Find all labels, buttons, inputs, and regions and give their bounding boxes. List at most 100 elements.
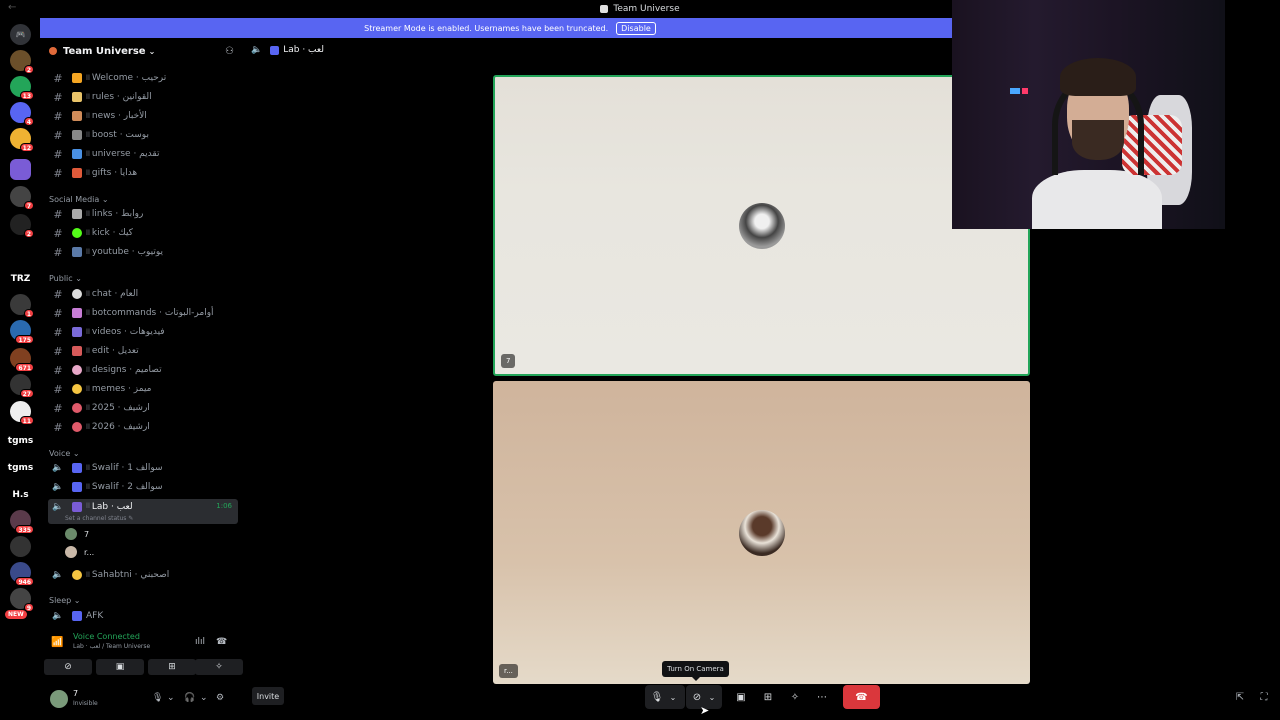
fullscreen-icon[interactable]: ⛶ <box>1253 685 1275 709</box>
voice-connected-panel: 📶 Voice Connected Lab · لعب / Team Unive… <box>40 628 243 684</box>
channel-welcome[interactable]: # ll Welcome · ترحيب <box>48 69 238 87</box>
channel-links[interactable]: # ll links · روابط <box>48 205 238 223</box>
chevron-down-icon: ⌄ <box>148 46 156 56</box>
channel-label: AFK <box>86 611 104 621</box>
server-tgms[interactable]: tgms <box>8 457 33 478</box>
channel-2025[interactable]: # ll 2025 · ارشيف <box>48 399 238 417</box>
channel-label: kick · كيك <box>91 228 133 238</box>
channel-2026[interactable]: # ll 2026 · ارشيف <box>48 418 238 436</box>
noise-suppression-icon[interactable]: ılıl <box>195 637 205 647</box>
channel-kick[interactable]: # ll kick · كيك <box>48 224 238 242</box>
server-icon[interactable] <box>10 536 31 557</box>
voice-channel-swalif-1[interactable]: 🔈 ll Swalif · 1 سوالف <box>48 459 238 477</box>
discord-home-icon[interactable]: 🎮 <box>10 24 31 45</box>
soundboard-button[interactable]: ✧ <box>784 685 806 709</box>
mic-options-chevron-icon[interactable]: ⌄ <box>664 685 682 709</box>
voice-status[interactable]: Voice Connected <box>73 632 140 641</box>
soundboard-button[interactable]: ✧ <box>195 659 243 675</box>
speaker-icon: 🔈 <box>52 611 64 621</box>
hash-icon: # <box>53 90 63 104</box>
user-name[interactable]: 7 <box>73 689 78 698</box>
channel-label: rules · القوانين <box>91 92 152 102</box>
banner-text: Streamer Mode is enabled. Usernames have… <box>364 23 609 33</box>
hash-icon: # <box>53 226 63 240</box>
activities-button[interactable]: ⊞ <box>757 685 779 709</box>
hash-icon: # <box>53 287 63 301</box>
back-arrow-icon[interactable]: ← <box>8 2 16 13</box>
server-icon[interactable]: 13 <box>10 76 34 100</box>
server-hs[interactable]: H.s <box>10 484 31 505</box>
category-voice[interactable]: Voice ⌄ <box>49 449 80 458</box>
voice-user[interactable]: r... <box>65 545 94 559</box>
channel-botcommands[interactable]: # ll botcommands · أوامر-البوتات <box>48 304 238 322</box>
hash-icon: # <box>53 344 63 358</box>
channel-videos[interactable]: # ll videos · فيديوهات <box>48 323 238 341</box>
channel-universe[interactable]: # ll universe · تقديم <box>48 145 238 163</box>
set-channel-status[interactable]: Set a channel status ✎ <box>65 515 133 522</box>
server-icon[interactable]: 1 <box>10 294 34 318</box>
headphones-icon[interactable]: 🎧 <box>184 693 195 703</box>
pop-out-icon[interactable]: ⇱ <box>1229 685 1251 709</box>
server-icon[interactable]: 7 <box>10 186 34 210</box>
server-icon[interactable]: 2 <box>10 214 34 238</box>
channel-edit[interactable]: # ll edit · تعديل <box>48 342 238 360</box>
channel-label: links · روابط <box>91 209 144 219</box>
bot-icon <box>72 308 82 318</box>
chevron-down-icon[interactable]: ⌄ <box>167 693 175 703</box>
voice-channel-sahabtni[interactable]: 🔈 ll Sahabtni · اصحبني <box>48 566 238 584</box>
channel-chat[interactable]: # ll chat · العام <box>48 285 238 303</box>
category-public[interactable]: Public ⌄ <box>49 274 82 283</box>
megaphone-icon <box>72 463 82 473</box>
channel-label: memes · ميمز <box>91 384 152 394</box>
activities-button[interactable]: ⊞ <box>148 659 196 675</box>
more-options-button[interactable]: ⋯ <box>811 685 833 709</box>
gear-icon[interactable]: ⚙ <box>216 693 224 703</box>
channel-news[interactable]: # ll news · الأخبار <box>48 107 238 125</box>
participant-tile[interactable]: r... <box>493 381 1030 684</box>
channel-gifts[interactable]: # ll gifts · هدايا <box>48 164 238 182</box>
user-avatar[interactable] <box>50 690 68 708</box>
server-icon[interactable]: 4 <box>10 102 34 126</box>
screen-share-button[interactable]: ▣ <box>96 659 144 675</box>
server-icon[interactable]: 946 <box>10 562 34 586</box>
server-icon[interactable]: 335 <box>10 510 34 534</box>
server-tgms[interactable]: tgms <box>8 430 33 451</box>
add-user-icon[interactable]: ⚇ <box>225 46 234 57</box>
guild-header[interactable]: Team Universe ⌄ ⚇ <box>40 38 243 64</box>
voice-channel-afk[interactable]: 🔈 AFK <box>48 607 238 625</box>
hash-icon: # <box>53 363 63 377</box>
channel-youtube[interactable]: # ll youtube · يوتيوب <box>48 243 238 261</box>
channel-boost[interactable]: # ll boost · بوست <box>48 126 238 144</box>
disconnect-icon[interactable]: ☎ <box>216 637 227 647</box>
server-icon[interactable]: 11 <box>10 401 34 425</box>
participant-tile[interactable]: 7 <box>493 75 1030 376</box>
signal-icon[interactable]: 📶 <box>51 637 63 648</box>
microphone-icon[interactable]: 🎙 <box>152 693 163 703</box>
server-icon[interactable]: 2 <box>10 50 34 74</box>
disable-button[interactable]: Disable <box>616 21 656 35</box>
channel-emoji-icon <box>72 73 82 83</box>
voice-channel-swalif-2[interactable]: 🔈 ll Swalif · 2 سوالف <box>48 478 238 496</box>
channel-label: 2026 · ارشيف <box>91 422 150 432</box>
screen-share-button[interactable]: ▣ <box>730 685 752 709</box>
channel-designs[interactable]: # ll designs · تصاميم <box>48 361 238 379</box>
server-icon[interactable]: 671 <box>10 348 34 372</box>
category-sleep[interactable]: Sleep ⌄ <box>49 596 80 605</box>
team-universe-server-icon[interactable] <box>10 159 31 180</box>
server-icon[interactable]: 9 <box>10 588 34 612</box>
chevron-down-icon[interactable]: ⌄ <box>200 693 208 703</box>
category-social-media[interactable]: Social Media ⌄ <box>49 195 109 204</box>
voice-user[interactable]: 7 <box>65 527 89 541</box>
channel-rules[interactable]: # ll rules · القوانين <box>48 88 238 106</box>
invite-button[interactable]: Invite <box>252 687 284 705</box>
channel-memes[interactable]: # ll memes · ميمز <box>48 380 238 398</box>
server-trz[interactable]: TRZ <box>10 268 31 289</box>
microphone-icon: 🎙 <box>650 691 664 703</box>
soundboard-icon: ✧ <box>790 691 800 703</box>
server-icon[interactable]: 175 <box>10 320 34 344</box>
disconnect-button[interactable]: ☎ <box>843 685 880 709</box>
hash-icon: # <box>53 420 63 434</box>
server-icon[interactable]: 27 <box>10 374 34 398</box>
camera-off-button[interactable]: ⊘ <box>44 659 92 675</box>
server-icon[interactable]: 12 <box>10 128 34 152</box>
